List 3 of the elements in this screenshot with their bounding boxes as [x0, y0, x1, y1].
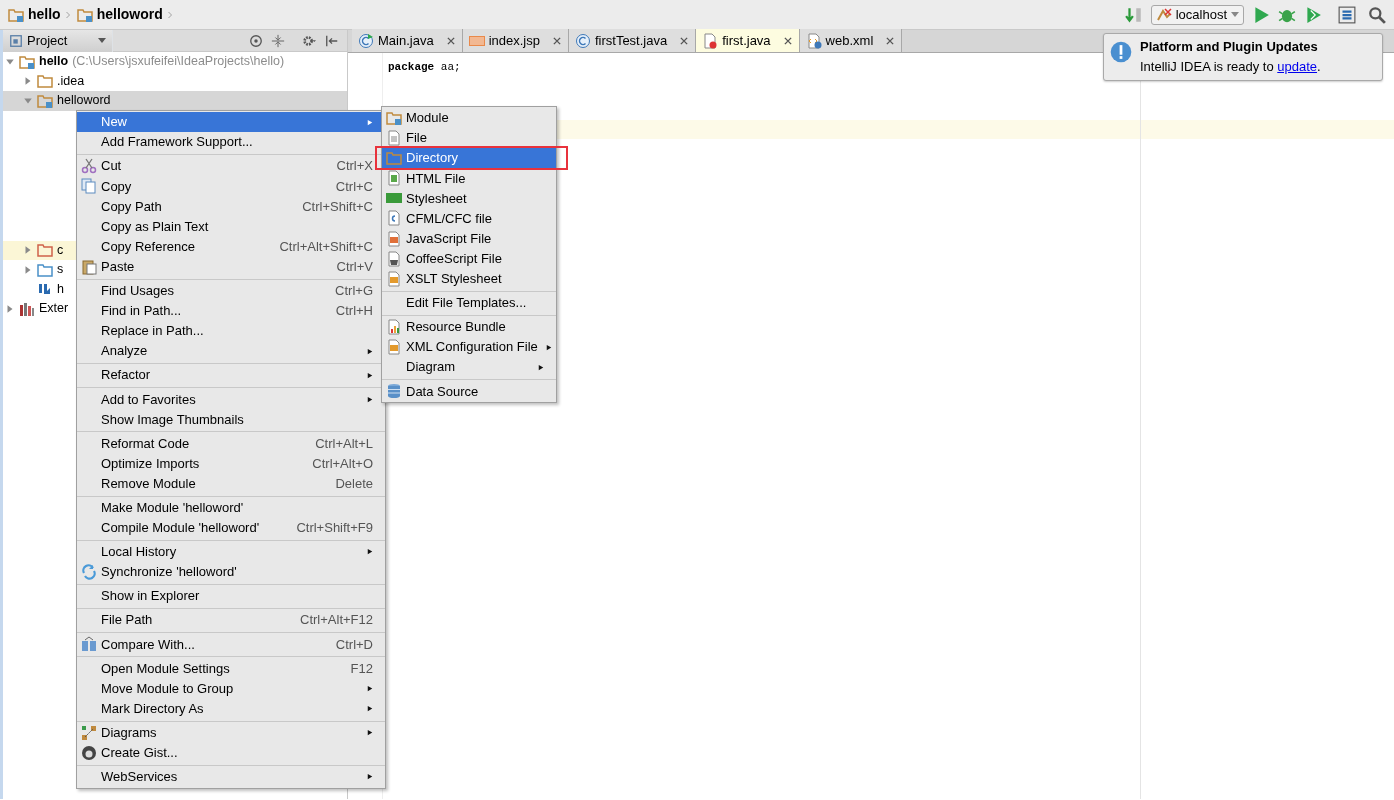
code-line: package aa;	[388, 60, 461, 75]
notification-text: IntelliJ IDEA is ready to update.	[1140, 57, 1321, 76]
notification-title: Platform and Plugin Updates	[1140, 38, 1319, 56]
